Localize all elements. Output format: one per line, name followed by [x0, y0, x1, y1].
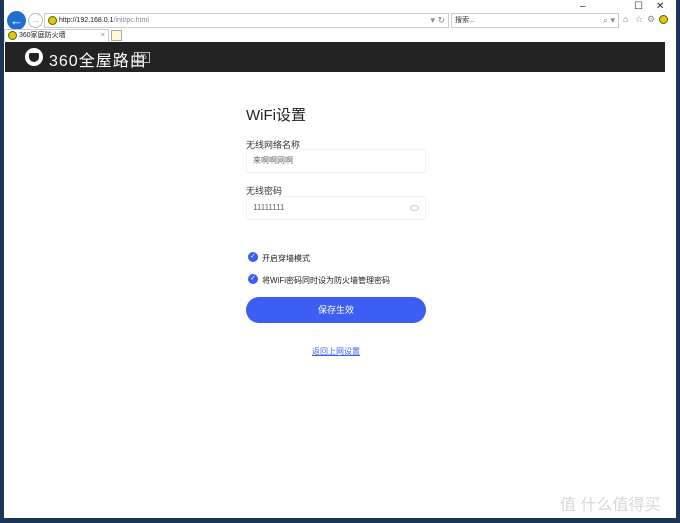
close-window-button[interactable]: ✕	[656, 1, 664, 12]
same-password-label: 将WiFi密码同时设为防火墙管理密码	[262, 276, 390, 285]
eye-icon[interactable]	[410, 205, 419, 211]
brand-name: 360全屋路由	[49, 53, 147, 70]
site-favicon	[48, 16, 57, 25]
maximize-button[interactable]: ☐	[634, 1, 643, 12]
model-badge: M5	[134, 52, 150, 63]
settings-icon[interactable]: ⚙	[647, 14, 655, 25]
address-bar[interactable]: http://192.168.0.1/init/pc.html ▾ ↻	[44, 13, 449, 28]
refresh-icon[interactable]: ▾ ↻	[430, 14, 445, 27]
browser-window: – ☐ ✕ ← → http://192.168.0.1/init/pc.htm…	[4, 0, 676, 518]
back-to-network-link[interactable]: 返回上网设置	[246, 346, 426, 357]
save-button[interactable]: 保存生效	[246, 297, 426, 323]
tab-close-icon[interactable]: ×	[101, 30, 105, 42]
search-icon[interactable]: ⌕ ▾	[603, 14, 615, 27]
tab-favicon	[8, 31, 17, 40]
same-password-checkbox[interactable]: ✓	[248, 274, 258, 284]
page-title: WiFi设置	[246, 107, 306, 124]
favorites-icon[interactable]: ☆	[635, 14, 643, 25]
wall-mode-checkbox[interactable]: ✓	[248, 252, 258, 262]
smiley-icon[interactable]	[659, 15, 668, 24]
search-input[interactable]: 搜索... ⌕ ▾	[451, 13, 619, 28]
forward-button[interactable]: →	[28, 13, 43, 28]
home-icon[interactable]: ⌂	[623, 14, 628, 24]
router-header: 360全屋路由 M5	[5, 42, 665, 72]
new-tab-button[interactable]	[111, 30, 122, 41]
ssid-input[interactable]: 来啊啊网啊	[246, 149, 426, 173]
minimize-button[interactable]: –	[580, 1, 586, 12]
wall-mode-label: 开启穿墙模式	[262, 254, 310, 263]
tab-active[interactable]: 360家庭防火墙 ×	[4, 29, 109, 42]
password-input[interactable]: 11111111	[246, 196, 426, 220]
watermark: 值 什么值得买	[560, 497, 661, 514]
back-button[interactable]: ←	[7, 11, 26, 30]
logo-icon	[25, 48, 43, 66]
